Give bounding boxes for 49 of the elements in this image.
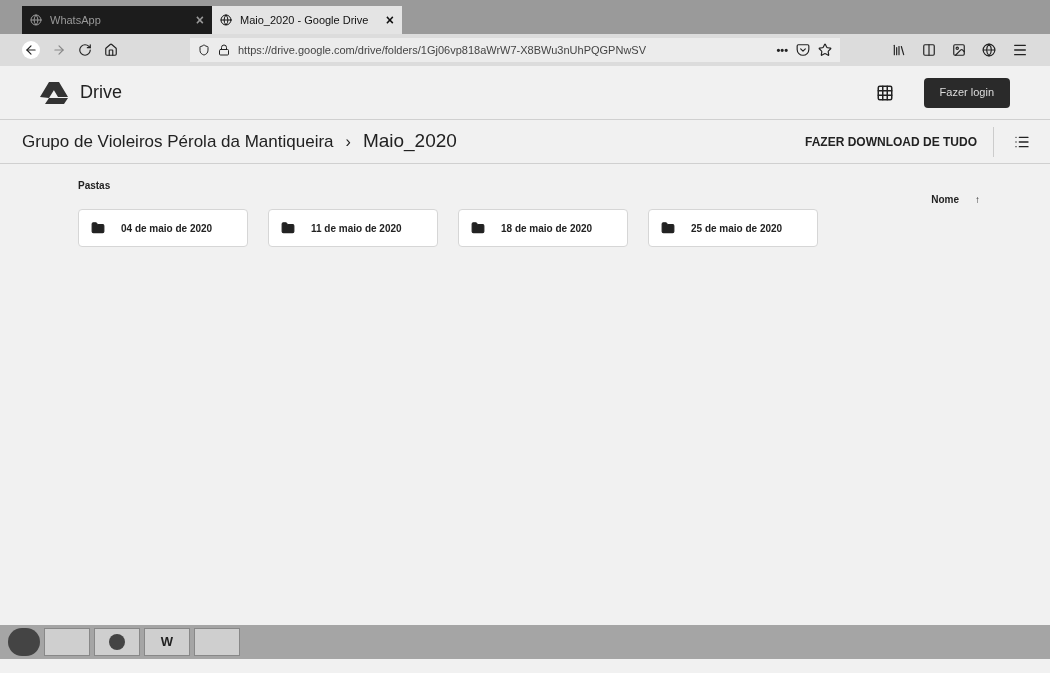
globe-icon[interactable] bbox=[982, 43, 996, 57]
breadcrumb-item[interactable]: Maio_2020 bbox=[362, 127, 457, 156]
breadcrumb-item[interactable]: Grupo de Violeiros Pérola da Mantiqueira bbox=[22, 128, 334, 155]
tab-title: Maio_2020 - Google Drive bbox=[240, 12, 370, 28]
folder-card[interactable]: 11 de maio de 2020 bbox=[268, 209, 438, 247]
menu-icon[interactable] bbox=[1012, 42, 1028, 58]
sidebar-icon[interactable] bbox=[922, 43, 936, 57]
reload-icon[interactable] bbox=[78, 43, 92, 57]
home-icon[interactable] bbox=[104, 43, 118, 57]
download-all-button[interactable]: FAZER DOWNLOAD DE TUDO bbox=[805, 126, 994, 157]
back-icon[interactable] bbox=[22, 41, 40, 59]
folder-icon bbox=[281, 221, 295, 235]
tab-favicon-icon bbox=[30, 14, 42, 26]
screenshot-icon[interactable] bbox=[952, 43, 966, 57]
folder-card[interactable]: 04 de maio de 2020 bbox=[78, 209, 248, 247]
lock-icon bbox=[218, 44, 230, 56]
browser-taskbar-icon[interactable] bbox=[94, 628, 140, 656]
apps-grid-icon[interactable] bbox=[875, 83, 894, 102]
browser-tab[interactable]: WhatsApp × bbox=[22, 6, 212, 34]
start-button[interactable] bbox=[8, 628, 40, 656]
url-text: https://drive.google.com/drive/folders/1Gj06vp818aWrW7-X8BWu3nUhPQGPNwSV bbox=[238, 42, 647, 58]
sort-control[interactable]: Nome ↑ bbox=[931, 192, 980, 207]
word-taskbar-button[interactable]: W bbox=[144, 628, 190, 656]
app-name: Drive bbox=[80, 81, 122, 104]
tab-close-button[interactable]: × bbox=[195, 9, 204, 31]
folder-card[interactable]: 18 de maio de 2020 bbox=[458, 209, 628, 247]
forward-icon[interactable] bbox=[52, 43, 66, 57]
drive-logo-icon bbox=[40, 81, 68, 104]
address-bar[interactable]: https://drive.google.com/drive/folders/1Gj06vp818aWrW7-X8BWu3nUhPQGPNwSV ••• bbox=[190, 38, 840, 62]
folder-icon bbox=[91, 221, 105, 235]
pocket-icon[interactable] bbox=[796, 43, 810, 57]
tab-close-button[interactable]: × bbox=[385, 9, 394, 31]
bookmark-star-icon[interactable] bbox=[818, 43, 832, 57]
library-icon[interactable] bbox=[892, 43, 906, 57]
section-title: Pastas bbox=[78, 179, 111, 193]
folder-name: 18 de maio de 2020 bbox=[501, 221, 593, 236]
browser-tab[interactable]: Maio_2020 - Google Drive × bbox=[212, 6, 402, 34]
more-button[interactable]: ••• bbox=[776, 41, 788, 59]
folder-icon bbox=[661, 221, 675, 235]
folder-icon bbox=[471, 221, 485, 235]
tab-favicon-icon bbox=[220, 14, 232, 26]
folder-name: 25 de maio de 2020 bbox=[691, 221, 783, 236]
shield-icon bbox=[198, 44, 210, 56]
tab-title: WhatsApp bbox=[50, 12, 102, 28]
login-button[interactable]: Fazer login bbox=[923, 77, 1010, 108]
breadcrumb-separator: › bbox=[345, 131, 351, 152]
folder-name: 04 de maio de 2020 bbox=[121, 221, 213, 236]
folder-card[interactable]: 25 de maio de 2020 bbox=[648, 209, 818, 247]
folder-name: 11 de maio de 2020 bbox=[311, 221, 402, 236]
